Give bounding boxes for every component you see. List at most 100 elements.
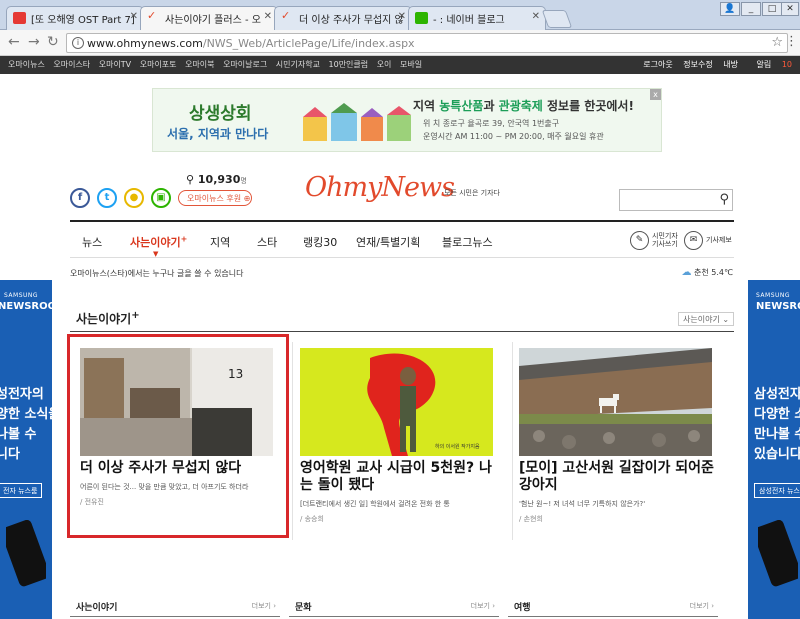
nav-item-series[interactable]: 연재/특별기획 [356,234,420,250]
article-title[interactable]: 영어학원 교사 시급이 5천원? 나는 돌이 됐다 [300,460,500,494]
pencil-icon[interactable]: ✎ [630,231,649,250]
site-link[interactable]: 오마이북 [185,60,214,69]
address-bar[interactable]: i www.ohmynews.com/NWS_Web/ArticlePage/L… [66,33,788,53]
right-side-ad[interactable]: SAMSUNG NEWSROOM 삼성전자 다양한 소 만나볼 수 있습니다 삼… [748,280,800,619]
logout-link[interactable]: 로그아웃 [643,60,672,69]
chevron-right-icon: › [273,602,276,610]
nav-item-region[interactable]: 지역 [210,234,230,250]
ad-line: 나볼 수 [0,427,37,442]
support-button[interactable]: 오마이뉴스 후원 ⊕ [178,190,252,206]
search-icon[interactable]: ⚲ [719,192,729,207]
ad-copy: 삼성전자 다양한 소 만나볼 수 있습니다 [754,385,800,465]
site-link[interactable]: 10만인클럽 [329,60,369,69]
tab-title: 더 이상 주사가 무섭지 않 [299,15,404,26]
phone-illustration-icon [6,520,46,587]
ad-cta-button[interactable]: 전자 뉴스룸 [0,483,43,498]
twitter-icon[interactable]: t [97,188,117,208]
article-thumbnail-stone-wall[interactable] [519,348,712,456]
site-link[interactable]: 오마이날로그 [223,60,267,69]
ohmynews-favicon-icon: ✓ [281,9,291,22]
site-tagline: 모든 시민은 기자다 [444,189,500,197]
my-room-link[interactable]: 내방 [723,60,738,69]
nav-item-blog[interactable]: 블로그뉴스 [442,234,493,250]
user-icon[interactable]: 👤 [720,2,740,16]
bookmark-star-icon[interactable]: ☆ [771,35,783,50]
close-window-icon[interactable]: ✕ [781,2,799,16]
maximize-icon[interactable]: □ [762,2,782,16]
browser-tab-1[interactable]: [또 오해영 OST Part 7] ✕ [6,6,144,30]
nav-item-life[interactable]: 사는이야기+ [130,234,187,250]
notice-text: 오마이뉴스(스타)에서는 누구나 글을 쓸 수 있습니다 [70,269,244,278]
facebook-icon[interactable]: f [70,188,90,208]
site-link[interactable]: 오마이뉴스 [8,60,45,69]
article-title[interactable]: [모이] 고산서원 길잡이가 되어준 강아지 [519,460,719,494]
tab-close-icon[interactable]: ✕ [264,11,272,22]
browser-tab-3[interactable]: ✓ 더 이상 주사가 무섭지 않 ✕ [274,6,412,30]
nav-item-star[interactable]: 스타 [257,234,277,250]
info-icon[interactable]: i [72,37,84,49]
util-label: 기사쓰기 [652,240,678,248]
more-link[interactable]: 더보기 › [471,601,495,611]
chrome-menu-icon[interactable]: ⋮ [785,34,798,49]
section-dropdown[interactable]: 사는이야기 ⌄ [678,312,734,326]
tab-close-icon[interactable]: ✕ [130,11,138,22]
article-thumbnail-red-figure[interactable]: 하의 이서원 작가지음 [300,348,493,456]
browser-tab-2[interactable]: ✓ 사는이야기 플러스 - 오 ✕ [140,6,278,30]
dropdown-value: 사는이야기 [683,315,720,324]
search-input[interactable]: ⚲ [619,189,733,211]
tab-close-icon[interactable]: ✕ [532,11,540,22]
app-icon[interactable]: ▣ [151,188,171,208]
left-side-ad[interactable]: SAMSUNG NEWSROOM 성전자의 양한 소식을 나볼 수 니다 전자 … [0,280,52,619]
more-label: 더보기 [470,602,490,610]
tab-close-icon[interactable]: ✕ [398,11,406,22]
new-tab-button[interactable] [541,10,573,28]
site-link[interactable]: 모바일 [400,60,422,69]
article-card[interactable]: [모이] 고산서원 길잡이가 되어준 강아지 '험난 원~! 저 녀석 너무 기… [507,342,727,542]
mail-icon[interactable]: ✉ [684,231,703,250]
youtube-icon [13,12,26,24]
support-label: 오마이뉴스 후원 [187,194,242,203]
minimize-icon[interactable]: _ [741,2,761,16]
bottom-section-title: 여행 [514,603,531,613]
write-article-link[interactable]: 시민기자 기사쓰기 [652,232,678,248]
site-link[interactable]: 오마이스타 [53,60,90,69]
alerts-link[interactable]: 알림 10 [749,60,792,69]
ad-brand2: NEWSROOM [0,301,52,312]
close-ad-button[interactable]: x [650,89,661,100]
chevron-right-icon: › [711,602,714,610]
phone-illustration-icon [758,520,798,587]
site-link[interactable]: 오마이포토 [140,60,177,69]
headline-part: 과 [483,99,499,113]
reload-icon[interactable]: ↻ [47,34,59,50]
forward-icon[interactable]: → [28,34,40,50]
main-nav: 뉴스 사는이야기+ ▼ 지역 스타 랭킹30 연재/특별기획 블로그뉴스 ✎ 시… [70,220,734,258]
edit-profile-link[interactable]: 정보수정 [683,60,712,69]
util-label: 시민기자 [652,232,678,240]
ad-cta-button[interactable]: 삼성전자 뉴스 [754,483,800,498]
ad-line: 성전자의 [0,387,44,402]
banner-hours: 운영시간 AM 11:00 ~ PM 20:00, 매주 월요일 휴관 [423,132,604,141]
news-tip-link[interactable]: 기사제보 [706,236,732,244]
site-link[interactable]: 오마이TV [99,60,131,69]
url-path: /NWS_Web/ArticlePage/Life/index.aspx [202,37,415,50]
browser-tab-4[interactable]: - : 네이버 블로그 ✕ [408,6,546,30]
nav-item-ranking[interactable]: 랭킹30 [303,234,337,250]
more-link[interactable]: 더보기 › [690,601,714,611]
banner-headline: 지역 농특산품과 관광축제 정보를 한곳에서! [413,97,634,114]
site-link[interactable]: 시민기자학교 [276,60,320,69]
bottom-section-life: 사는이야기 더보기 › [70,597,280,617]
more-link[interactable]: 더보기 › [252,601,276,611]
nav-item-news[interactable]: 뉴스 [82,234,102,250]
alert-count-badge: 10 [781,60,792,69]
site-logo[interactable]: OhmyNews [305,172,455,203]
bottom-section-travel: 여행 더보기 › [508,597,718,617]
tab-title: 사는이야기 플러스 - 오 [165,15,261,26]
article-card[interactable]: 하의 이서원 작가지음 영어학원 교사 시급이 5천원? 나는 돌이 됐다 [더… [288,342,508,542]
counter-unit: 명 [240,177,247,185]
banner-title: 상생상회 [189,104,252,124]
kakao-icon[interactable]: ● [124,188,144,208]
tab-title: [또 오해영 OST Part 7] [31,15,135,26]
site-link[interactable]: 오이 [377,60,392,69]
back-icon[interactable]: ← [8,34,20,50]
banner-ad[interactable]: 상생상회 서울, 지역과 만나다 지역 농특산품과 관광축제 정보를 한곳에서!… [152,88,662,152]
